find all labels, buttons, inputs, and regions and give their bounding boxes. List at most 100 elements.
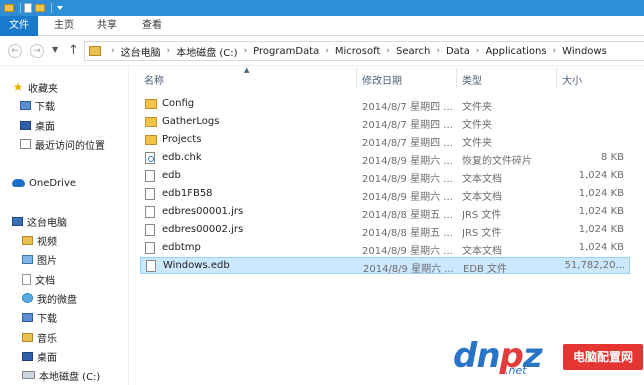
nav-desktop-pc[interactable]: 桌面: [22, 348, 57, 364]
file-row[interactable]: edb 2014/8/9 星期六 ... 文本文档 1,024 KB: [140, 168, 630, 185]
quick-access-toolbar: [4, 2, 63, 14]
file-row[interactable]: edbtmp 2014/8/9 星期六 ... 文本文档 1,024 KB: [140, 240, 630, 257]
nav-documents[interactable]: 文档: [22, 271, 55, 287]
navigation-bar: ← → ▼ ↑ › 这台电脑 › 本地磁盘 (C:) › ProgramData…: [0, 36, 644, 66]
nav-downloads-pc[interactable]: 下载: [22, 309, 57, 325]
pictures-folder-icon: [22, 254, 33, 264]
file-type: 恢复的文件碎片: [462, 156, 532, 167]
file-row[interactable]: GatherLogs 2014/8/7 星期四 ... 文件夹: [140, 114, 630, 131]
column-header: ▲ 名称 修改日期 类型 大小: [136, 66, 644, 90]
column-date-modified[interactable]: 修改日期: [362, 72, 402, 87]
recent-locations-button[interactable]: ▼: [52, 45, 58, 54]
nav-label: 这台电脑: [27, 217, 67, 229]
file-row-selected[interactable]: Windows.edb 2014/8/9 星期六 ... EDB 文件 51,7…: [140, 257, 630, 275]
drive-icon: [22, 371, 35, 379]
file-type: EDB 文件: [463, 264, 508, 275]
file-row[interactable]: edbres00001.jrs 2014/8/8 星期五 ... JRS 文件 …: [140, 204, 630, 221]
ribbon-tabs: 文件 主页 共享 查看: [0, 16, 644, 36]
file-icon: [146, 260, 156, 272]
computer-icon: [12, 216, 23, 226]
folder-icon: [145, 135, 157, 145]
sort-ascending-icon: ▲: [244, 66, 250, 74]
forward-button[interactable]: →: [30, 44, 44, 58]
file-row[interactable]: edbres00002.jrs 2014/8/8 星期五 ... JRS 文件 …: [140, 222, 630, 239]
file-name: Windows.edb: [163, 260, 230, 271]
watermark-site-name: 电脑配置网: [563, 344, 643, 370]
nav-favorites[interactable]: ★ 收藏夹: [12, 79, 58, 95]
nav-this-pc[interactable]: 这台电脑: [12, 213, 67, 229]
breadcrumb-programdata[interactable]: ProgramData: [253, 46, 319, 57]
breadcrumb-this-pc[interactable]: 这台电脑: [121, 44, 161, 59]
file-type: 文件夹: [462, 120, 492, 131]
tab-view[interactable]: 查看: [142, 16, 162, 36]
column-type[interactable]: 类型: [462, 72, 482, 87]
file-name: edb: [162, 170, 181, 181]
folder-icon: [145, 99, 157, 109]
breadcrumb-data[interactable]: Data: [446, 46, 470, 57]
chevron-right-icon[interactable]: ›: [325, 46, 329, 56]
file-row[interactable]: Projects 2014/8/7 星期四 ... 文件夹: [140, 132, 630, 149]
file-row[interactable]: edb1FB58 2014/8/9 星期六 ... 文本文档 1,024 KB: [140, 186, 630, 203]
documents-folder-icon: [22, 273, 31, 285]
nav-pictures[interactable]: 图片: [22, 251, 57, 267]
column-resize-handle[interactable]: [556, 68, 557, 88]
nav-onedrive[interactable]: OneDrive: [12, 175, 76, 191]
nav-music[interactable]: 音乐: [22, 329, 57, 345]
nav-wechat-drive[interactable]: 我的微盘: [22, 290, 77, 306]
file-type: 文本文档: [462, 174, 502, 185]
text-file-icon: [145, 170, 155, 182]
chevron-right-icon[interactable]: ›: [436, 46, 440, 56]
column-name[interactable]: 名称: [144, 72, 164, 87]
nav-downloads[interactable]: 下载: [20, 97, 55, 113]
file-name: edb.chk: [162, 152, 202, 163]
column-resize-handle[interactable]: [456, 68, 457, 88]
customize-toolbar-icon[interactable]: [57, 6, 63, 10]
breadcrumb-microsoft[interactable]: Microsoft: [335, 46, 381, 57]
breadcrumb-search[interactable]: Search: [396, 46, 430, 57]
tab-share[interactable]: 共享: [97, 16, 117, 36]
chevron-right-icon[interactable]: ›: [111, 46, 115, 56]
breadcrumb-windows[interactable]: Windows: [562, 46, 607, 57]
nav-label: 下载: [35, 101, 55, 113]
chevron-right-icon[interactable]: ›: [386, 46, 390, 56]
file-size: 1,024 KB: [578, 206, 624, 217]
nav-label: 下载: [37, 313, 57, 325]
file-row[interactable]: edb.chk 2014/8/9 星期六 ... 恢复的文件碎片 8 KB: [140, 150, 630, 167]
file-row[interactable]: Config 2014/8/7 星期四 ... 文件夹: [140, 96, 630, 113]
nav-videos[interactable]: 视频: [22, 232, 57, 248]
watermark-logo-text: dnpz: [453, 336, 543, 376]
nav-desktop[interactable]: 桌面: [20, 117, 55, 133]
nav-label: 收藏夹: [28, 83, 58, 95]
folder-icon: [89, 46, 101, 56]
file-date: 2014/8/7 星期四 ...: [362, 120, 453, 131]
nav-recent-places[interactable]: 最近访问的位置: [20, 136, 105, 152]
chevron-right-icon[interactable]: ›: [553, 46, 557, 56]
chevron-right-icon[interactable]: ›: [244, 46, 248, 56]
address-bar[interactable]: › 这台电脑 › 本地磁盘 (C:) › ProgramData › Micro…: [84, 41, 644, 61]
downloads-folder-icon: [22, 312, 33, 322]
tab-home[interactable]: 主页: [54, 16, 74, 36]
nav-label: 音乐: [37, 333, 57, 345]
properties-icon[interactable]: [24, 3, 32, 13]
nav-label: 最近访问的位置: [35, 140, 105, 152]
column-size[interactable]: 大小: [562, 72, 582, 87]
title-bar: [0, 0, 644, 16]
chevron-right-icon[interactable]: ›: [167, 46, 171, 56]
file-icon: [145, 224, 155, 236]
up-button[interactable]: ↑: [68, 43, 79, 58]
file-type: JRS 文件: [462, 210, 502, 221]
file-name: edbres00002.jrs: [162, 224, 244, 235]
nav-local-disk[interactable]: 本地磁盘 (C:): [22, 367, 100, 383]
file-date: 2014/8/8 星期五 ...: [362, 210, 453, 221]
breadcrumb-applications[interactable]: Applications: [485, 46, 546, 57]
file-date: 2014/8/9 星期六 ...: [363, 264, 454, 275]
column-resize-handle[interactable]: [356, 68, 357, 88]
breadcrumb-local-disk[interactable]: 本地磁盘 (C:): [176, 44, 237, 59]
new-folder-icon[interactable]: [35, 4, 45, 12]
tab-file[interactable]: 文件: [0, 16, 38, 36]
back-button[interactable]: ←: [8, 44, 22, 58]
chevron-right-icon[interactable]: ›: [476, 46, 480, 56]
star-icon: ★: [12, 80, 24, 94]
onedrive-cloud-icon: [12, 179, 25, 187]
pane-divider[interactable]: [128, 66, 129, 385]
